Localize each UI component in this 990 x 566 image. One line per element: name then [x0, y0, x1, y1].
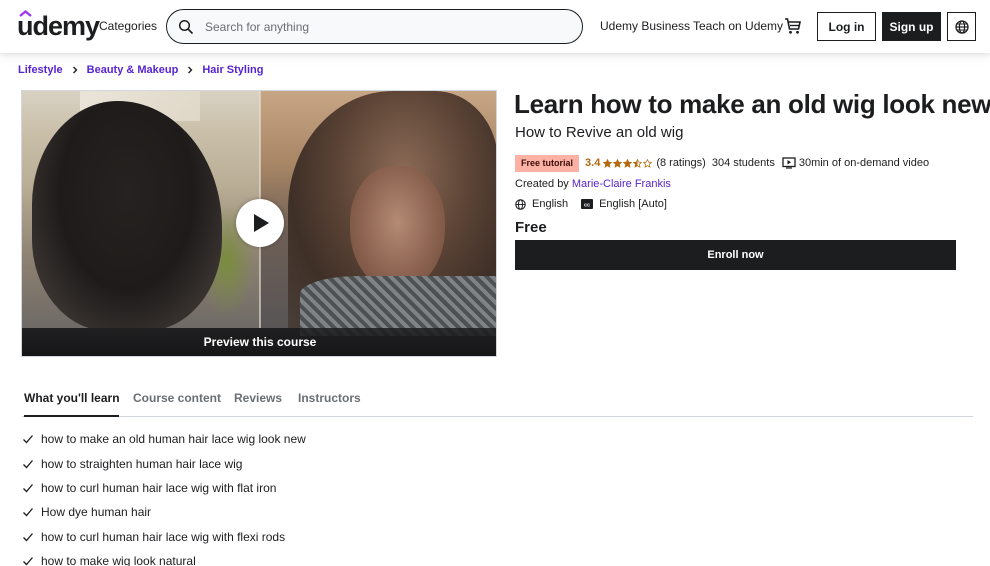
star-empty-icon	[643, 158, 653, 168]
teach-on-udemy-link[interactable]: Teach on Udemy	[693, 19, 783, 33]
check-icon	[23, 484, 33, 493]
star-full-icon	[603, 158, 613, 168]
preview-decor	[300, 276, 496, 336]
tab-instructors[interactable]: Instructors	[298, 384, 361, 417]
star-full-icon	[613, 158, 623, 168]
ratings-count[interactable]: (8 ratings)	[656, 157, 706, 169]
tab-course-content[interactable]: Course content	[133, 384, 221, 417]
learn-item: how to straighten human hair lace wig	[22, 451, 306, 475]
course-title: Learn how to make an old wig look new	[514, 89, 990, 119]
preview-decor	[32, 101, 222, 331]
play-icon	[254, 214, 269, 232]
course-tabs: What you'll learn Course content Reviews…	[22, 384, 973, 417]
breadcrumb: Lifestyle Beauty & Makeup Hair Styling	[18, 64, 263, 76]
breadcrumb-hair-styling[interactable]: Hair Styling	[202, 64, 263, 76]
language-info: English cc English [Auto]	[515, 198, 680, 210]
check-icon	[23, 508, 33, 517]
language-label: English	[532, 198, 569, 210]
course-captions: cc English [Auto]	[581, 198, 667, 210]
breadcrumb-beauty-makeup[interactable]: Beauty & Makeup	[87, 64, 179, 76]
udemy-logo[interactable]: udemy	[17, 10, 100, 41]
logo-text: udemy	[17, 11, 100, 41]
search-bar	[166, 9, 583, 44]
course-preview-video[interactable]: Preview this course	[21, 90, 497, 357]
preview-image-after	[260, 91, 496, 336]
breadcrumb-lifestyle[interactable]: Lifestyle	[18, 64, 63, 76]
play-button[interactable]	[236, 199, 284, 247]
star-full-icon	[623, 158, 633, 168]
rating-value: 3.4	[585, 157, 601, 169]
learn-item-text: how to straighten human hair lace wig	[41, 456, 243, 471]
check-icon	[23, 459, 33, 469]
learn-item-text: how to make an old human hair lace wig l…	[41, 432, 306, 447]
course-subtitle: How to Revive an old wig	[515, 124, 684, 141]
search-icon[interactable]	[178, 19, 194, 35]
check-icon	[23, 532, 33, 542]
students-count: 304 students	[711, 157, 775, 169]
chevron-right-icon	[69, 64, 81, 76]
instructor-link[interactable]: Marie-Claire Frankis	[572, 178, 671, 190]
tab-what-youll-learn[interactable]: What you'll learn	[24, 384, 120, 417]
video-length: 30min of on-demand video	[798, 157, 930, 169]
learn-item-text: how to curl human hair lace wig with fle…	[41, 529, 286, 544]
learn-item-text: how to make wig look natural	[41, 554, 196, 566]
learn-item: how to make wig look natural	[22, 549, 306, 566]
captions-label: English [Auto]	[599, 198, 667, 210]
svg-text:cc: cc	[584, 202, 590, 208]
search-input[interactable]	[205, 10, 565, 43]
learn-list: how to make an old human hair lace wig l…	[22, 427, 306, 566]
created-by-label: Created by	[515, 178, 569, 190]
star-half-icon	[633, 158, 643, 168]
course-language: English	[515, 198, 568, 210]
preview-image-before	[22, 91, 260, 331]
video-icon	[782, 157, 796, 169]
check-icon	[23, 435, 33, 444]
cart-icon[interactable]	[784, 17, 802, 35]
course-meta: Free tutorial 3.4 (8 ratings) 304 studen…	[515, 154, 929, 172]
free-tutorial-badge: Free tutorial	[515, 154, 580, 172]
language-button[interactable]	[947, 12, 976, 41]
top-header: udemy Categories Udemy Business Teach on…	[0, 0, 990, 53]
tab-reviews[interactable]: Reviews	[234, 384, 282, 417]
learn-item: How dye human hair	[22, 500, 306, 524]
check-icon	[23, 557, 33, 566]
created-by: Created by Marie-Claire Frankis	[515, 178, 671, 190]
preview-decor	[350, 166, 445, 291]
preview-course-label[interactable]: Preview this course	[22, 335, 496, 349]
course-price: Free	[515, 219, 547, 236]
signup-button[interactable]: Sign up	[882, 12, 941, 41]
globe-icon	[954, 19, 969, 34]
udemy-business-link[interactable]: Udemy Business	[600, 19, 690, 33]
learn-item: how to make an old human hair lace wig l…	[22, 427, 306, 451]
login-button[interactable]: Log in	[817, 12, 876, 41]
rating-stars	[603, 158, 653, 168]
chevron-right-icon	[184, 64, 196, 76]
globe-icon	[515, 198, 526, 210]
learn-item-text: how to curl human hair lace wig with fla…	[41, 480, 277, 495]
closed-captions-icon: cc	[581, 199, 594, 209]
enroll-now-button[interactable]: Enroll now	[515, 240, 956, 270]
learn-item: how to curl human hair lace wig with fla…	[22, 476, 306, 500]
categories-menu[interactable]: Categories	[99, 19, 157, 33]
learn-item: how to curl human hair lace wig with fle…	[22, 525, 306, 549]
learn-item-text: How dye human hair	[41, 505, 152, 520]
